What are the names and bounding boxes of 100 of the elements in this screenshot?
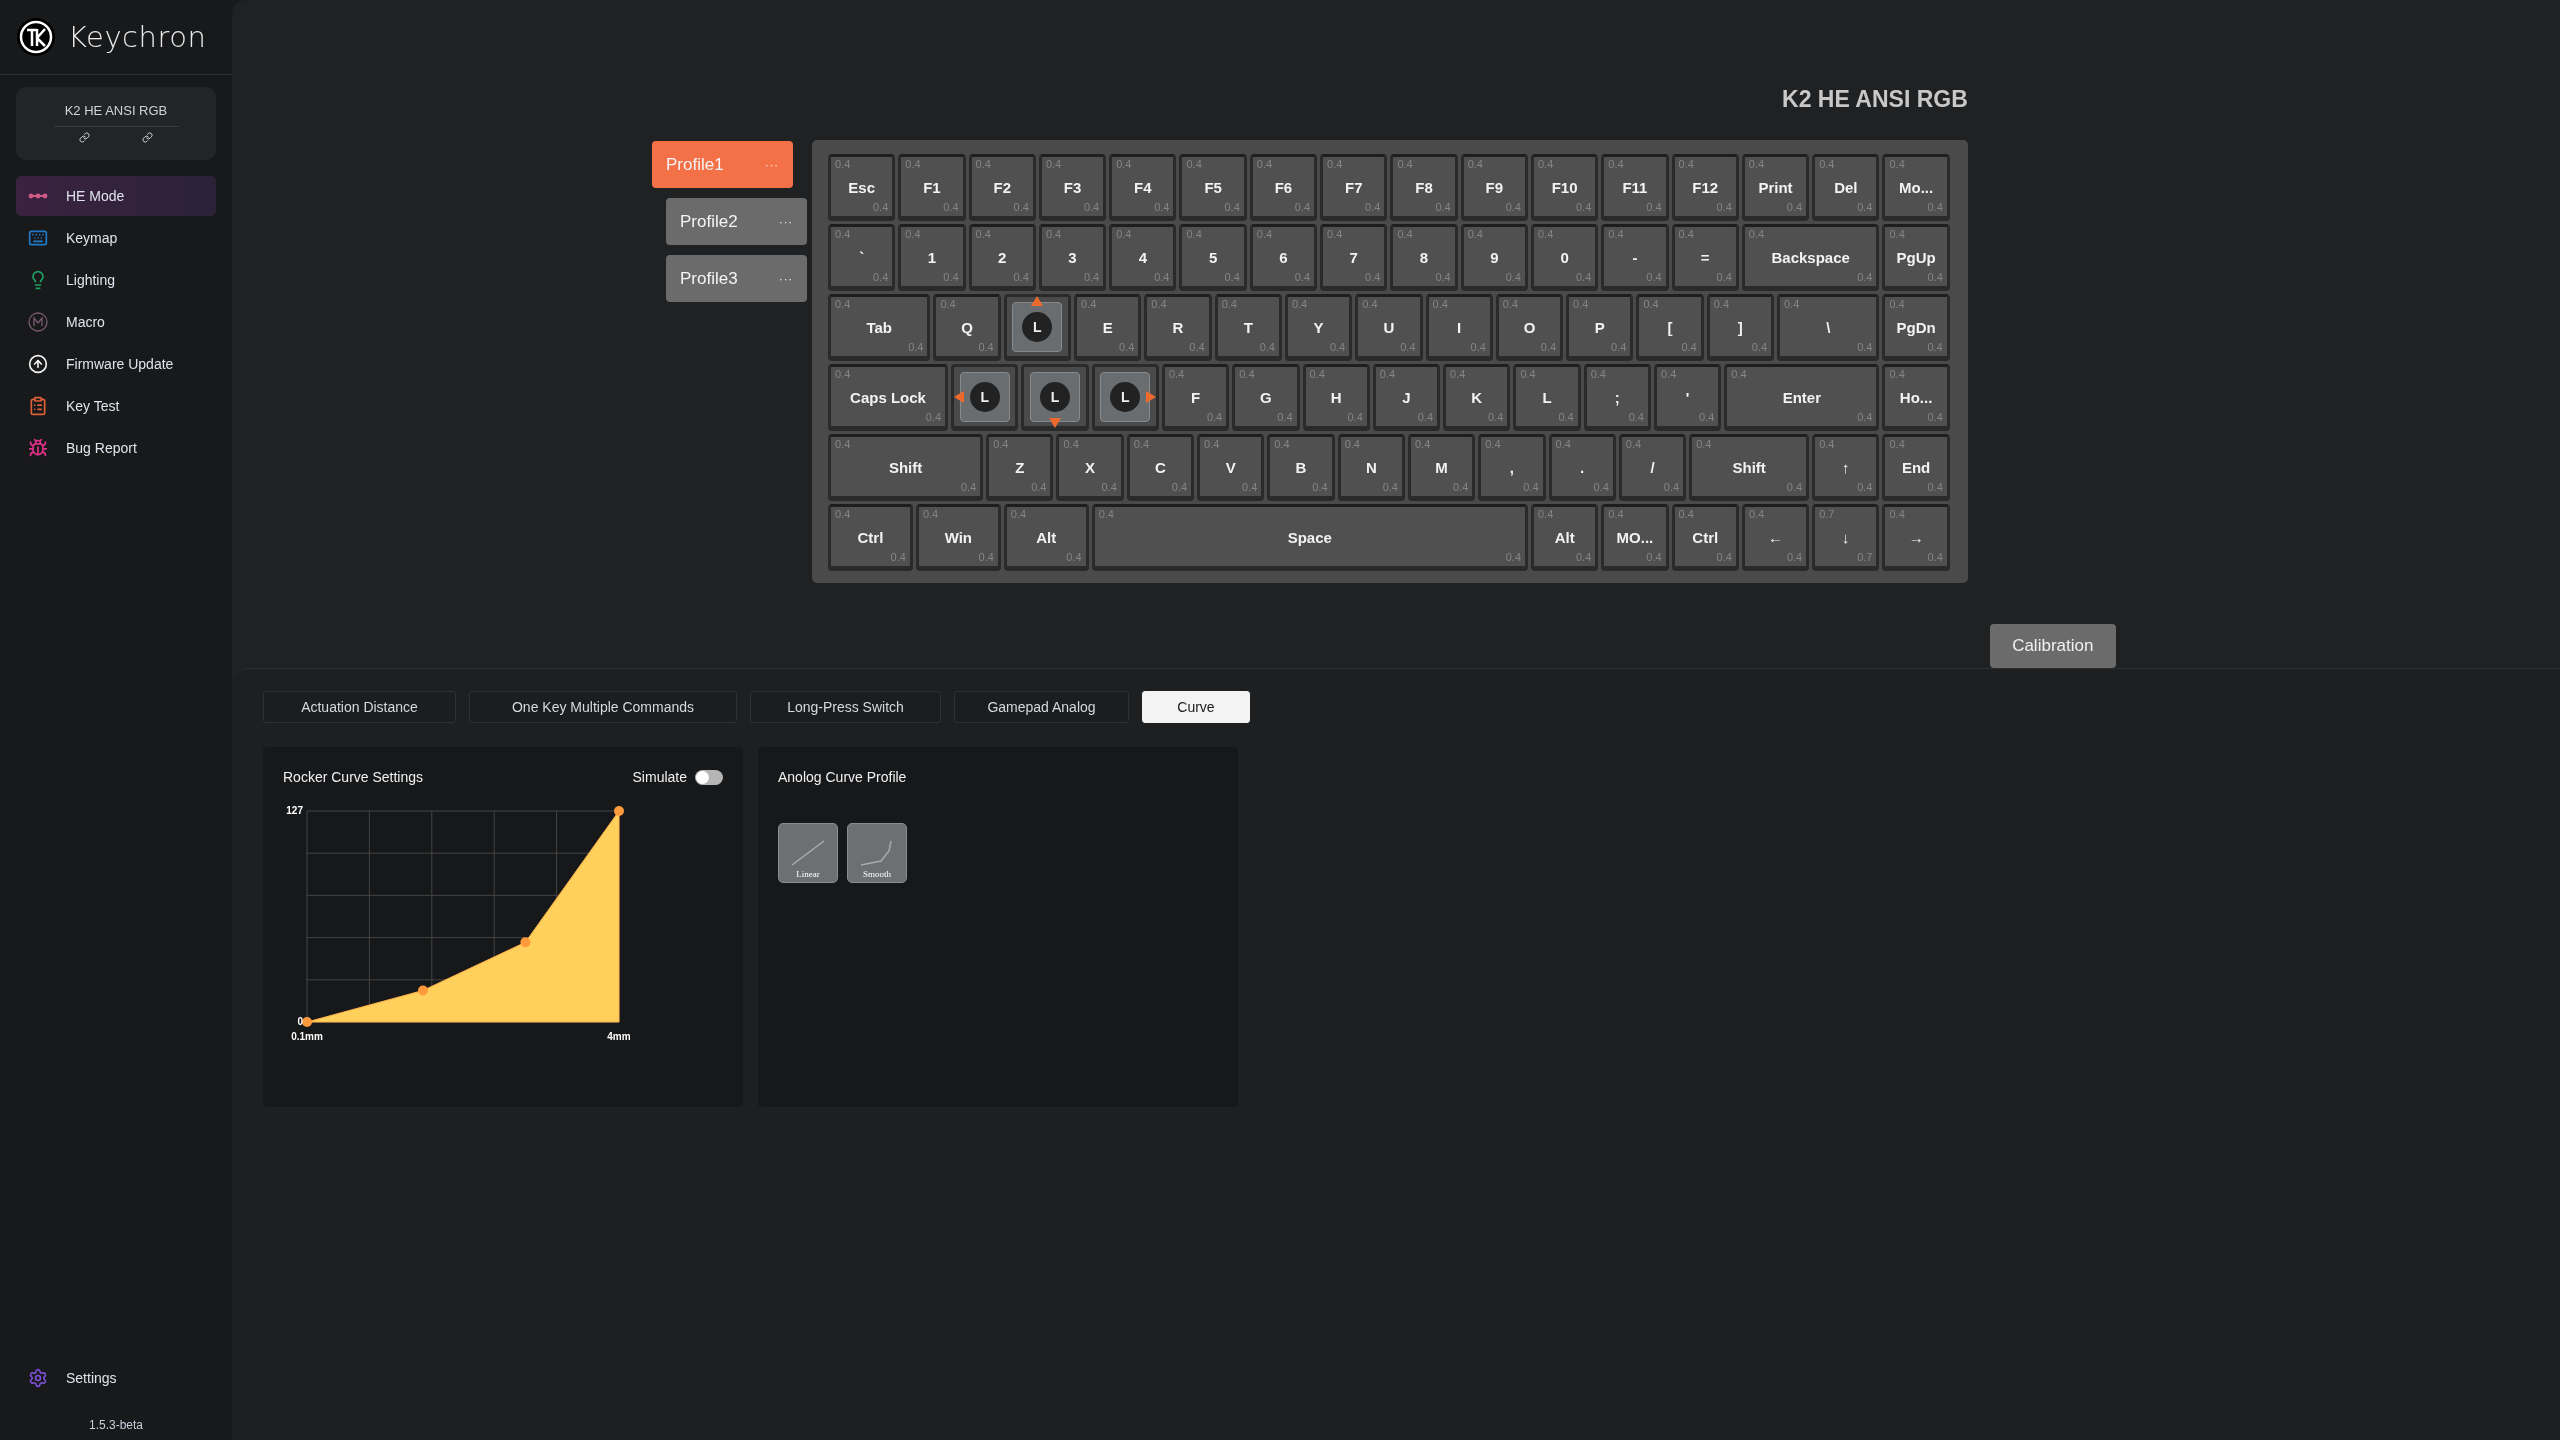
nav-item[interactable]: Macro [16,302,216,342]
nav-item[interactable]: Firmware Update [16,344,216,384]
profile-button[interactable]: Profile3 ··· [666,255,807,302]
key-label: E [1102,319,1113,336]
key-label: Mo... [1899,179,1934,196]
calibration-button[interactable]: Calibration [1989,624,2116,668]
key-label: / [1650,459,1655,476]
key-label: 7 [1349,249,1358,266]
nav-item[interactable]: Keymap [16,218,216,258]
curve-point[interactable] [614,806,624,816]
key-label: F7 [1344,179,1363,196]
key-label: → [1908,529,1924,546]
key-label: Del [1834,179,1858,196]
nav-label: Bug Report [66,440,137,456]
key-label: K [1471,389,1483,406]
key-label: Shift [888,459,923,476]
settings-icon [28,1368,48,1388]
more-dots[interactable]: ··· [779,215,793,228]
key-label: Ho... [1899,389,1933,406]
more-dots[interactable]: ··· [779,272,793,285]
nav-label: Firmware Update [66,356,174,372]
tab[interactable]: Curve [1142,691,1250,723]
curve-point[interactable] [520,937,531,948]
clipboard-icon [28,396,48,416]
nav-label: HE Mode [66,188,125,204]
key-label: F6 [1274,179,1293,196]
nav-item[interactable]: Key Test [16,386,216,426]
key-label: Shift [1732,459,1766,476]
key-label: F5 [1204,179,1222,196]
key-label: F4 [1134,179,1152,196]
key-label: , [1509,459,1514,476]
key-label: F9 [1485,179,1504,196]
key-label: Tab [866,319,892,336]
key-label: Caps Lock [850,389,926,406]
card-title: Rocker Curve Settings [283,769,424,785]
key-label: C [1155,459,1166,476]
upload-icon [28,354,48,374]
key-label: 8 [1419,249,1429,266]
joystick-key[interactable]: L [951,364,1019,431]
axis-tick-label: 0 [297,1016,303,1027]
key-label: F [1190,389,1201,406]
axis-tick-label: 0.1mm [291,1031,323,1042]
key-label: M [1435,459,1448,476]
link-icon[interactable] [79,132,91,143]
curve-option[interactable]: Linear [778,823,838,883]
key-label: ↓ [1842,529,1850,546]
key-label: F10 [1551,179,1578,196]
key-label: - [1632,249,1638,266]
key-label: \ [1826,319,1831,336]
key-label: F8 [1415,179,1433,196]
nav-item[interactable]: HE Mode [16,176,216,216]
joystick-key[interactable]: L [1003,294,1072,361]
key-label: F1 [923,179,941,196]
tab[interactable]: Gamepad Analog [954,691,1129,723]
version-text: 1.5.3-beta [88,1418,143,1432]
key-label: PgUp [1896,249,1936,266]
tab[interactable]: Actuation Distance [263,691,456,723]
simulate-toggle[interactable] [695,769,723,785]
key-label: H [1330,389,1342,406]
key-label: T [1243,319,1253,336]
key-label: Enter [1782,389,1822,406]
joystick-cap: L [1022,311,1053,342]
key-label: F2 [993,179,1011,196]
key-label: MO... [1616,529,1654,546]
curve-point[interactable] [302,1017,312,1027]
dotted-line-icon [28,192,48,200]
key-label: Win [944,529,972,546]
key-label: N [1365,459,1377,476]
key-label: Y [1313,319,1324,336]
nav-label: Macro [66,314,105,330]
key-label: B [1295,459,1307,476]
key-label: L [1542,389,1552,406]
key-label: F11 [1622,179,1648,196]
key-label: PgDn [1896,319,1936,336]
curve-option[interactable]: Smooth [847,823,907,883]
link-icon[interactable] [141,132,153,143]
key-label: R [1172,319,1184,336]
settings-item[interactable]: Settings [16,1358,216,1398]
joystick-key[interactable]: L [1021,364,1089,431]
tab[interactable]: One Key Multiple Commands [469,691,737,723]
key-label: End [1901,459,1931,476]
bug-icon [28,438,48,458]
key-label: [ [1667,319,1673,336]
axis-tick-label: 4mm [607,1031,631,1042]
profile-button[interactable]: Profile2 ··· [666,198,807,245]
nav-item[interactable]: Bug Report [16,428,216,468]
key-label: . [1580,459,1585,476]
circled-m-icon [28,312,48,332]
joystick-key[interactable]: L [1091,364,1159,431]
device-name: K2 HE ANSI RGB [64,103,168,118]
curve-point[interactable] [418,985,428,996]
nav-item[interactable]: Lighting [16,260,216,300]
key-label: F3 [1063,179,1082,196]
key-label: 3 [1068,249,1077,266]
keyboard-icon [28,228,48,248]
tab[interactable]: Long-Press Switch [750,691,941,723]
key-label: J [1402,389,1411,406]
bent-curve-icon [859,839,895,867]
joystick-cap: L [1039,381,1070,412]
key-label: Ctrl [857,529,884,546]
